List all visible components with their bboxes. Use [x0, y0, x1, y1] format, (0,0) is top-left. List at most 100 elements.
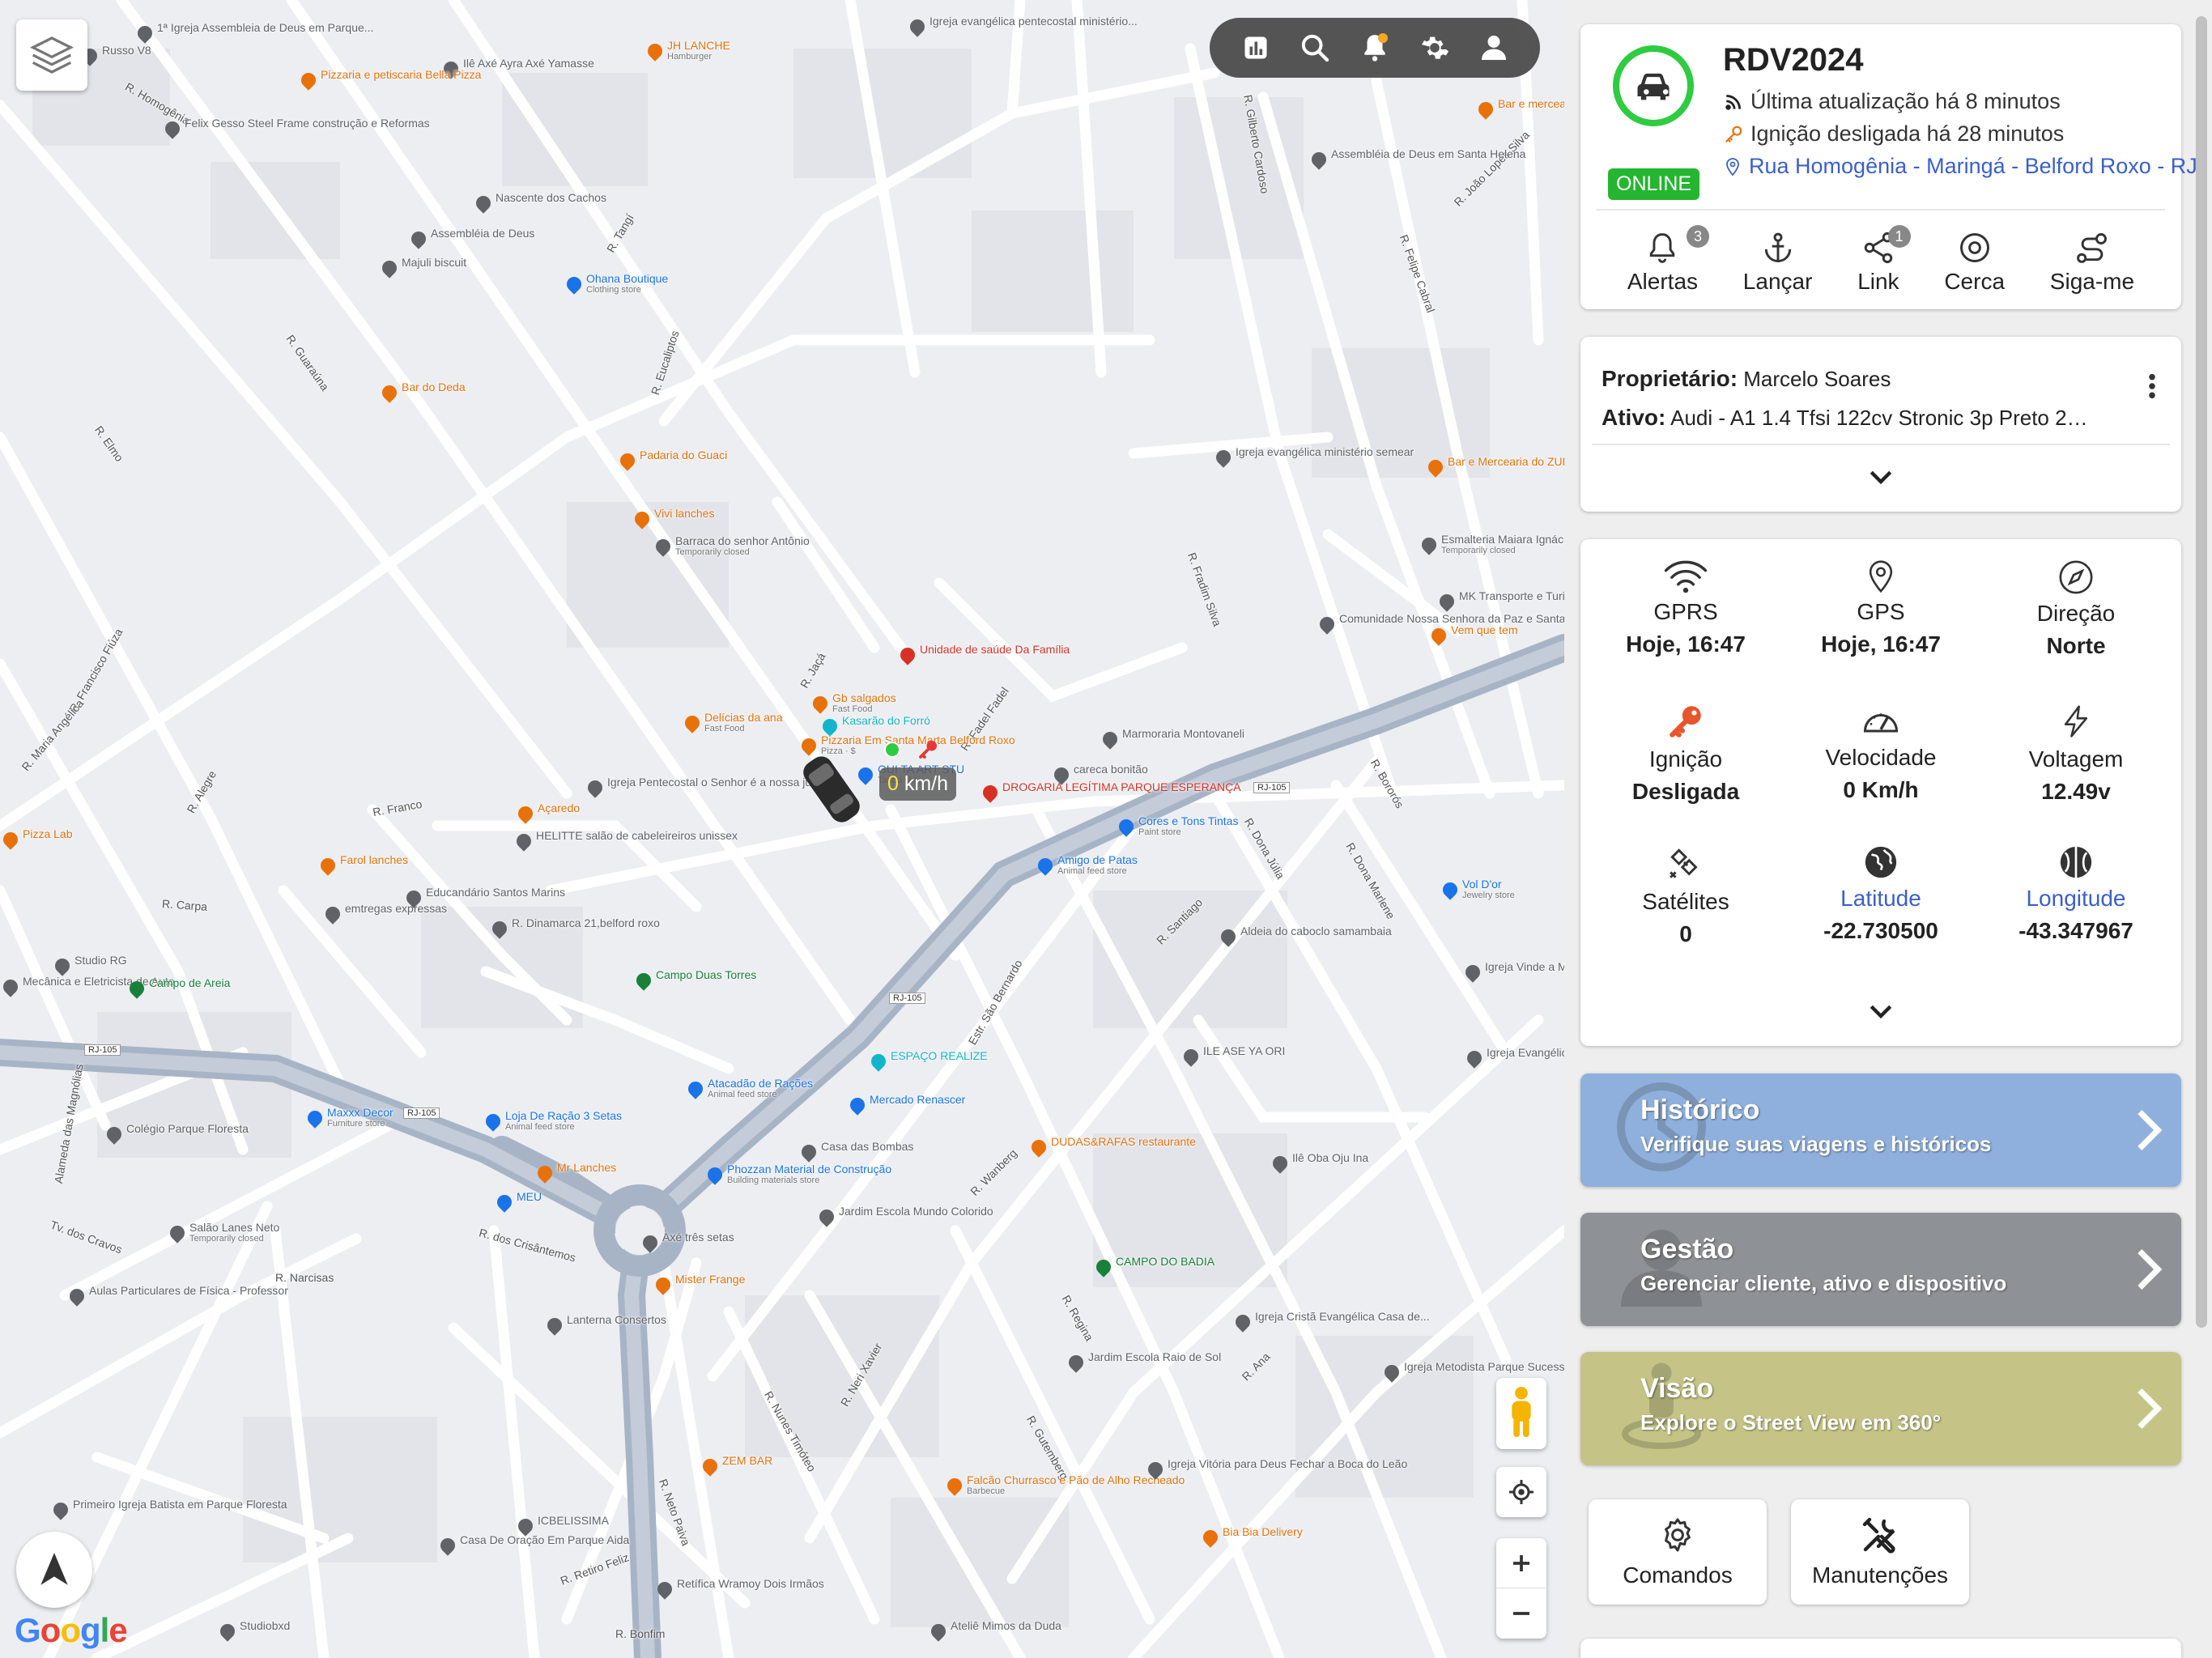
poi-label[interactable]: Esmalteria Maiara Ignácio Temporarily clo…	[1441, 533, 1564, 555]
poi-label[interactable]: ILE ASE YA ORI	[1203, 1044, 1285, 1057]
report-button[interactable]	[1238, 30, 1274, 66]
vision-card[interactable]: Visão Explore o Street View em 360°	[1580, 1352, 2181, 1465]
poi-label[interactable]: Majuli biscuit	[402, 256, 466, 269]
poi-label[interactable]: Atacadão de Rações Animal feed store	[708, 1077, 813, 1099]
poi-label[interactable]: Mercado Renascer	[870, 1093, 965, 1106]
poi-label[interactable]: Loja De Ração 3 Setas Animal feed store	[505, 1109, 622, 1132]
link-button[interactable]: 1 Link	[1857, 210, 1911, 295]
street-view-pegman-button[interactable]	[1496, 1378, 1546, 1449]
profile-button[interactable]	[1476, 30, 1512, 66]
poi-label[interactable]: Mr Lanches	[557, 1161, 616, 1174]
follow-me-button[interactable]: Siga-me	[2050, 210, 2134, 295]
management-card[interactable]: Gestão Gerenciar cliente, ativo e dispos…	[1580, 1213, 2181, 1326]
poi-label[interactable]: careca bonitão	[1074, 763, 1148, 776]
poi-label[interactable]: Kasarão do Forró	[842, 714, 930, 727]
poi-label[interactable]: Igreja evangélica pentecostal ministério…	[929, 15, 1138, 28]
poi-label[interactable]: Assembléia de Deus	[431, 227, 534, 240]
poi-label[interactable]: Retífica Wramoy Dois Irmãos	[677, 1577, 824, 1590]
poi-label[interactable]: ZEM BAR	[722, 1454, 772, 1467]
car-marker-icon[interactable]	[787, 745, 876, 834]
poi-label[interactable]: MEU	[517, 1190, 542, 1203]
poi-label[interactable]: MK Transporte e Turismo	[1459, 589, 1564, 602]
poi-label[interactable]: Nascente dos Cachos	[496, 191, 606, 204]
poi-label[interactable]: HELITTE salão de cabeleireiros unissex	[536, 829, 738, 842]
layers-button[interactable]	[16, 19, 87, 91]
poi-label[interactable]: Marmoraria Montovaneli	[1122, 727, 1244, 740]
poi-label[interactable]: Igreja Evangélica Congregação	[1487, 1046, 1564, 1059]
poi-label[interactable]: Primeiro Igreja Batista em Parque Flores…	[73, 1498, 287, 1511]
poi-label[interactable]: Casa De Oração Em Parque Aida	[460, 1533, 629, 1546]
expand-telemetry-button[interactable]	[1865, 1001, 1897, 1027]
poi-label[interactable]: Jardim Escola Mundo Colorido	[839, 1205, 993, 1218]
compass-button[interactable]	[16, 1532, 92, 1608]
notifications-button[interactable]	[1357, 30, 1393, 66]
poi-label[interactable]: Vivi lanches	[654, 507, 714, 520]
poi-label[interactable]: Axé três setas	[662, 1231, 734, 1244]
poi-label[interactable]: Barraca do senhor Antônio Temporarily clo…	[675, 534, 810, 557]
poi-label[interactable]: Pizzaria e petiscaria Bella Pizza	[321, 68, 481, 81]
poi-label[interactable]: Gb salgados Fast Food	[832, 691, 896, 714]
expand-owner-button[interactable]	[1865, 466, 1897, 493]
poi-label[interactable]: Amigo de Patas Animal feed store	[1057, 853, 1138, 876]
poi-label[interactable]: Padaria do Guaci	[640, 449, 727, 461]
poi-label[interactable]: Comunidade Nossa Senhora da Paz e Santa.…	[1339, 612, 1564, 625]
poi-label[interactable]: Felix Gesso Steel Frame construção e Ref…	[185, 117, 430, 130]
poi-label[interactable]: Maxxx Decor Furniture store	[327, 1106, 393, 1129]
my-location-button[interactable]	[1496, 1467, 1546, 1517]
poi-label[interactable]: JH LANCHE Hamburger	[667, 39, 730, 62]
alerts-button[interactable]: 3 Alertas	[1627, 210, 1710, 295]
poi-label[interactable]: Vol D'or Jewelry store	[1462, 878, 1515, 900]
zoom-in-button[interactable]	[1496, 1538, 1546, 1588]
maintenance-button[interactable]: Manutenções	[1791, 1499, 1969, 1605]
poi-label[interactable]: DROGARIA LEGÍTIMA PARQUE ESPERANÇA	[1002, 780, 1241, 793]
poi-label[interactable]: Igreja Metodista Parque Sucesso 2	[1404, 1360, 1564, 1373]
poi-label[interactable]: Mister Frange	[675, 1273, 745, 1286]
launch-button[interactable]: Lançar	[1743, 210, 1812, 295]
fence-button[interactable]: Cerca	[1944, 210, 2005, 295]
poi-label[interactable]: Igreja evangélica ministério semear	[1236, 445, 1414, 458]
poi-label[interactable]: Cores e Tons Tintas Paint store	[1138, 814, 1238, 837]
poi-label[interactable]: CAMPO DO BADIA	[1116, 1255, 1214, 1268]
poi-label[interactable]: Açaredo	[538, 801, 580, 814]
history-card[interactable]: Histórico Verifique suas viagens e histó…	[1580, 1073, 2181, 1187]
address-link[interactable]: Rua Homogênia - Maringá - Belford Roxo -…	[1723, 154, 2197, 179]
poi-label[interactable]: Delícias da ana Fast Food	[704, 711, 783, 733]
map-view[interactable]: R. Homogênia R. Guaraúna R. Elmo R. Fran…	[0, 0, 1564, 1658]
poi-label[interactable]: Igreja Vinde a Mim	[1485, 960, 1564, 973]
poi-label[interactable]: Educandário Santos Marins	[426, 886, 565, 899]
poi-label[interactable]: ESPAÇO REALIZE	[891, 1049, 988, 1062]
poi-label[interactable]: Bia Bia Delivery	[1223, 1525, 1303, 1538]
poi-label[interactable]: Aulas Particulares de Física - Professor	[89, 1284, 288, 1297]
poi-label[interactable]: Studio RG	[74, 954, 127, 967]
poi-label[interactable]: Phozzan Material de Construção Building m…	[727, 1163, 891, 1185]
more-options-button[interactable]	[2147, 372, 2157, 404]
poi-label[interactable]: Bar e mercearia pais e filh	[1498, 97, 1564, 110]
poi-label[interactable]: Campo Duas Torres	[656, 968, 756, 981]
poi-label[interactable]: Farol lanches	[340, 853, 408, 866]
poi-label[interactable]: Salão Lanes Neto Temporarily closed	[189, 1221, 279, 1244]
poi-label[interactable]: 1ª Igreja Assembleia de Deus em Parque..…	[157, 21, 373, 34]
poi-label[interactable]: Ilê Axé Ayra Axé Yamasse	[463, 57, 594, 70]
settings-button[interactable]	[1417, 30, 1453, 66]
poi-label[interactable]: Campo de Areia	[149, 976, 230, 989]
poi-label[interactable]: Igreja Cristã Evangélica Casa de...	[1255, 1310, 1430, 1323]
poi-label[interactable]: R. Dinamarca 21,belford roxo	[512, 916, 660, 929]
poi-label[interactable]: emtregas expressas	[345, 902, 447, 915]
poi-label[interactable]: Bar e Mercearia do ZURIQUE	[1448, 455, 1564, 468]
poi-label[interactable]: Colégio Parque Floresta	[126, 1122, 249, 1135]
poi-label[interactable]: Ilê Oba Oju Ina	[1292, 1151, 1368, 1164]
poi-label[interactable]: Igreja Vitória para Deus Fechar a Boca d…	[1168, 1457, 1407, 1470]
poi-label[interactable]: Bar do Deda	[402, 380, 466, 393]
poi-label[interactable]: Lanterna Consertos	[567, 1313, 666, 1326]
poi-label[interactable]: Jardim Escola Raio de Sol	[1088, 1350, 1221, 1363]
poi-label[interactable]: ICBELISSIMA	[538, 1514, 609, 1527]
poi-label[interactable]: Casa das Bombas	[821, 1140, 913, 1153]
poi-label[interactable]: Aldeia do caboclo samambaia	[1240, 925, 1392, 937]
poi-label[interactable]: Pizza Lab	[23, 827, 72, 840]
poi-label[interactable]: Studiobxd	[240, 1619, 290, 1632]
poi-label[interactable]: Russo V8	[102, 44, 151, 57]
commands-button[interactable]: Comandos	[1589, 1499, 1767, 1605]
poi-label[interactable]: Assembléia de Deus em Santa Helena	[1331, 147, 1525, 160]
vehicle-sidebar[interactable]: ONLINE RDV2024 Última atualização há 8 m…	[1564, 0, 2212, 1658]
poi-label[interactable]: Ateliê Mimos da Duda	[951, 1619, 1061, 1632]
